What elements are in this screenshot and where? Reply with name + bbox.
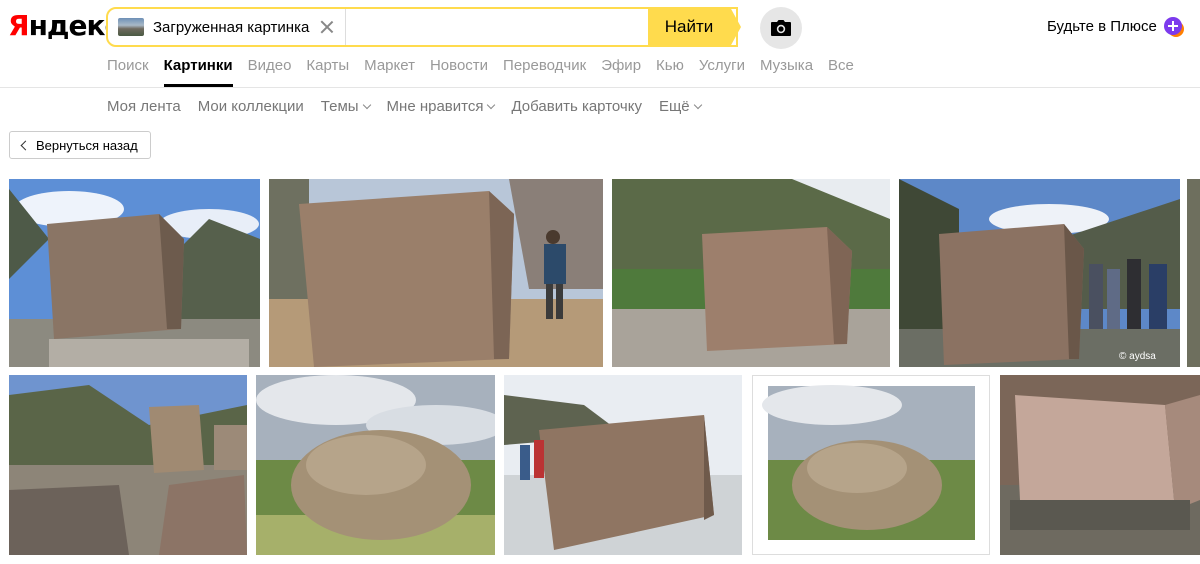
back-button[interactable]: Вернуться назад — [9, 131, 151, 159]
search-bar: Загруженная картинка — [106, 7, 738, 47]
image-result[interactable] — [9, 179, 260, 367]
close-icon[interactable] — [319, 19, 335, 35]
image-thumbnail — [256, 375, 495, 555]
image-thumbnail — [612, 179, 890, 367]
uploaded-image-thumbnail — [118, 18, 144, 36]
tab-q[interactable]: Кью — [656, 57, 684, 87]
tab-market[interactable]: Маркет — [364, 57, 415, 87]
image-thumbnail — [1187, 179, 1200, 367]
image-thumbnail — [752, 375, 990, 555]
search-button[interactable]: Найти — [648, 7, 730, 47]
image-result[interactable] — [612, 179, 890, 367]
header: Яндекс Загруженная картинка Найти Будьте… — [0, 0, 1200, 52]
watermark: © aydsa — [1119, 351, 1156, 362]
plus-label[interactable]: Будьте в Плюсе — [1047, 18, 1157, 35]
subnav-my-collections[interactable]: Мои коллекции — [198, 98, 304, 115]
tab-efir[interactable]: Эфир — [601, 57, 641, 87]
image-thumbnail: © aydsa — [899, 179, 1180, 367]
subnav-my-feed[interactable]: Моя лента — [107, 98, 181, 115]
subnav-add-card[interactable]: Добавить карточку — [511, 98, 641, 115]
image-result[interactable] — [256, 375, 495, 555]
tab-maps[interactable]: Карты — [306, 57, 349, 87]
images-subnav: Моя лента Мои коллекции Темы Мне нравитс… — [107, 98, 718, 115]
tab-news[interactable]: Новости — [430, 57, 488, 87]
uploaded-image-chip[interactable]: Загруженная картинка — [108, 9, 346, 45]
image-result[interactable] — [1187, 179, 1200, 367]
image-result[interactable] — [269, 179, 603, 367]
image-result[interactable]: © aydsa — [899, 179, 1180, 367]
image-thumbnail — [269, 179, 603, 367]
subnav-more[interactable]: Ещё — [659, 98, 702, 115]
chevron-left-icon — [20, 140, 31, 150]
image-thumbnail — [9, 179, 260, 367]
tab-images[interactable]: Картинки — [163, 57, 233, 87]
subnav-themes[interactable]: Темы — [321, 98, 371, 115]
tab-translator[interactable]: Переводчик — [503, 57, 586, 87]
tab-video[interactable]: Видео — [248, 57, 292, 87]
tab-music[interactable]: Музыка — [760, 57, 813, 87]
image-thumbnail — [1000, 375, 1200, 555]
chevron-down-icon — [362, 100, 371, 109]
uploaded-image-label: Загруженная картинка — [153, 18, 310, 36]
image-result[interactable] — [1000, 375, 1200, 555]
image-thumbnail — [9, 375, 247, 555]
service-tabs: Поиск Картинки Видео Карты Маркет Новост… — [107, 57, 869, 87]
image-thumbnail — [504, 375, 742, 555]
plus-icon[interactable] — [1163, 16, 1185, 38]
image-result[interactable] — [9, 375, 247, 555]
camera-icon — [771, 20, 791, 36]
yandex-logo[interactable]: Яндекс — [8, 10, 121, 42]
image-result[interactable] — [752, 375, 990, 555]
header-divider — [0, 87, 1200, 88]
chevron-down-icon — [487, 100, 496, 109]
camera-button[interactable] — [760, 7, 802, 49]
tab-all[interactable]: Все — [828, 57, 854, 87]
tab-search[interactable]: Поиск — [107, 57, 149, 87]
search-button-arrow — [730, 7, 741, 47]
image-result[interactable] — [504, 375, 742, 555]
subnav-likes[interactable]: Мне нравится — [387, 98, 496, 115]
chevron-down-icon — [693, 100, 702, 109]
tab-services[interactable]: Услуги — [699, 57, 745, 87]
